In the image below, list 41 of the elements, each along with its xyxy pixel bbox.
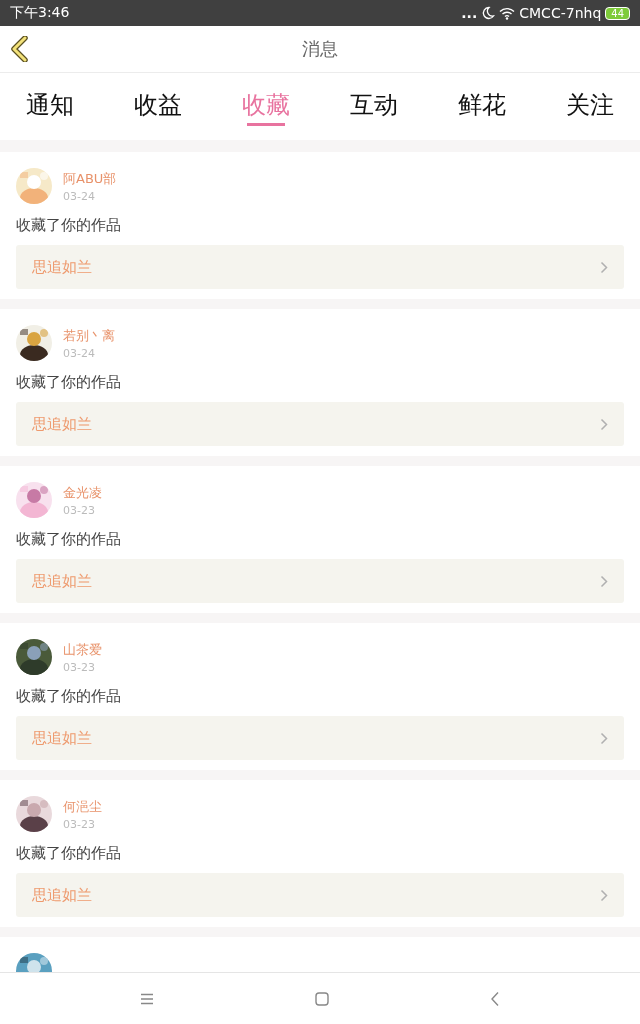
- message-date: 03-24: [63, 189, 96, 203]
- page-title: 消息: [302, 37, 338, 61]
- message-date: 03-23: [63, 660, 96, 674]
- chevron-icon: [600, 888, 608, 902]
- work-link[interactable]: 思追如兰: [16, 402, 624, 446]
- home-icon[interactable]: [315, 991, 329, 1006]
- network-name: CMCC-7nhq: [519, 5, 602, 21]
- message-date: 03-24: [63, 346, 96, 360]
- status-dots: ...: [461, 5, 478, 21]
- back-nav-icon[interactable]: [489, 990, 500, 1007]
- user-name[interactable]: 若别丶离: [63, 326, 115, 345]
- message-text: 收藏了你的作品: [16, 216, 122, 235]
- message-date: 03-23: [63, 817, 96, 831]
- user-name[interactable]: 山茶爱: [63, 640, 102, 659]
- chevron-icon: [600, 731, 608, 745]
- tab[interactable]: 鲜花: [452, 73, 512, 129]
- tab[interactable]: 收益: [128, 73, 188, 129]
- user-name[interactable]: 金光凌: [63, 483, 102, 502]
- message-text: 收藏了你的作品: [16, 530, 122, 549]
- tab[interactable]: 关注: [560, 73, 620, 129]
- chevron-icon: [600, 574, 608, 588]
- chevron-icon: [600, 417, 608, 431]
- work-link[interactable]: 思追如兰: [16, 559, 624, 603]
- work-link[interactable]: 思追如兰: [16, 245, 624, 289]
- work-link[interactable]: 思追如兰: [16, 716, 624, 760]
- status-time: 下午3:46: [10, 4, 70, 22]
- message-date: 03-23: [63, 503, 96, 517]
- back-icon[interactable]: [10, 36, 30, 62]
- tab[interactable]: 通知: [20, 73, 80, 129]
- user-name[interactable]: 阿ABU部: [63, 169, 117, 188]
- menu-icon[interactable]: [140, 992, 155, 1005]
- battery-indicator: 44: [605, 6, 630, 20]
- tab[interactable]: 互动: [344, 73, 404, 129]
- chevron-icon: [600, 260, 608, 274]
- moon-icon: [481, 6, 496, 20]
- message-text: 收藏了你的作品: [16, 687, 122, 706]
- message-text: 收藏了你的作品: [16, 373, 122, 392]
- wifi-icon: [499, 6, 516, 20]
- message-text: 收藏了你的作品: [16, 844, 122, 863]
- user-name[interactable]: 何浥尘: [63, 797, 102, 816]
- work-link[interactable]: 思追如兰: [16, 873, 624, 917]
